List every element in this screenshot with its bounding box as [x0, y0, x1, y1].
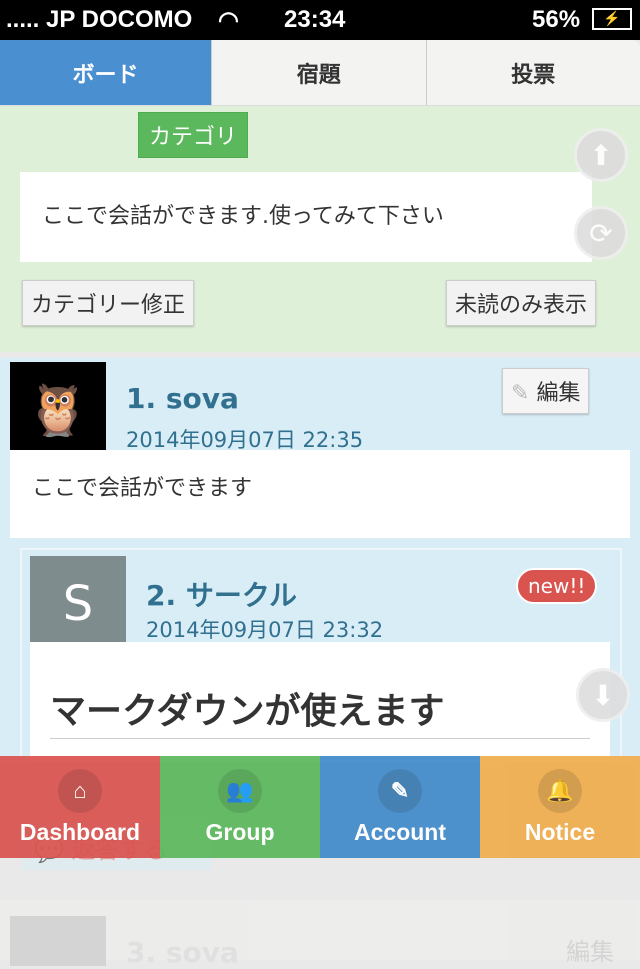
battery-icon: ⚡ — [592, 8, 632, 30]
edit-icon: ✎ — [378, 769, 422, 813]
tab-vote[interactable]: 投票 — [427, 40, 640, 105]
home-icon: ⌂ — [58, 769, 102, 813]
nav-account[interactable]: ✎ Account — [320, 756, 480, 858]
post-title: 3. sova — [126, 936, 239, 969]
edit-label: 編集 — [536, 381, 580, 406]
post-body: ここで会話ができます — [10, 450, 630, 538]
users-icon: 👥 — [218, 769, 262, 813]
post-2: S 2. サークル 2014年09月07日 23:32 new!! マークダウン… — [20, 548, 622, 758]
scroll-top-icon[interactable]: ⬆ — [574, 128, 628, 182]
board-header: カテゴリ ここで会話ができます.使ってみて下さい カテゴリー修正 未読のみ表示 — [0, 106, 640, 352]
bottom-nav: ⌂ Dashboard 👥 Group ✎ Account 🔔 Notice — [0, 756, 640, 858]
unread-only-button[interactable]: 未読のみ表示 — [446, 280, 596, 326]
tab-homework[interactable]: 宿題 — [212, 40, 427, 105]
tab-board[interactable]: ボード — [0, 40, 212, 105]
nav-label: Group — [206, 819, 275, 846]
markdown-heading: マークダウンが使えます — [50, 682, 590, 739]
new-badge: new!! — [516, 568, 597, 604]
edit-label[interactable]: 編集 — [566, 932, 614, 967]
nav-dashboard[interactable]: ⌂ Dashboard — [0, 756, 160, 858]
battery-level: 56% — [532, 6, 580, 34]
refresh-icon[interactable]: ⟳ — [574, 206, 628, 260]
nav-label: Account — [354, 819, 446, 846]
post-title: 2. サークル — [146, 574, 297, 614]
status-bar: ..... JP DOCOMO ◠ 23:34 56% ⚡ — [0, 0, 640, 40]
edit-icon: ✎ — [511, 381, 536, 406]
wifi-icon: ◠ — [218, 6, 239, 35]
tab-bar: ボード 宿題 投票 — [0, 40, 640, 106]
scroll-down-icon[interactable]: ⬇ — [576, 668, 630, 722]
nav-group[interactable]: 👥 Group — [160, 756, 320, 858]
category-badge[interactable]: カテゴリ — [138, 112, 248, 158]
edit-post-button[interactable]: ✎ 編集 — [502, 368, 589, 414]
owl-avatar — [10, 916, 106, 966]
nav-label: Dashboard — [20, 819, 140, 846]
post-body: マークダウンが使えます — [30, 642, 610, 762]
board-description: ここで会話ができます.使ってみて下さい — [20, 172, 592, 262]
carrier: ..... JP DOCOMO — [6, 6, 192, 34]
post-title: 1. sova — [126, 382, 239, 415]
post-3: 3. sova 編集 — [0, 900, 640, 960]
nav-notice[interactable]: 🔔 Notice — [480, 756, 640, 858]
nav-label: Notice — [525, 819, 595, 846]
bell-icon: 🔔 — [538, 769, 582, 813]
owl-avatar: 🦉 — [10, 362, 106, 458]
avatar-letter: S — [30, 556, 126, 652]
clock: 23:34 — [284, 6, 345, 34]
post-date: 2014年09月07日 23:32 — [146, 614, 383, 644]
edit-category-button[interactable]: カテゴリー修正 — [22, 280, 194, 326]
